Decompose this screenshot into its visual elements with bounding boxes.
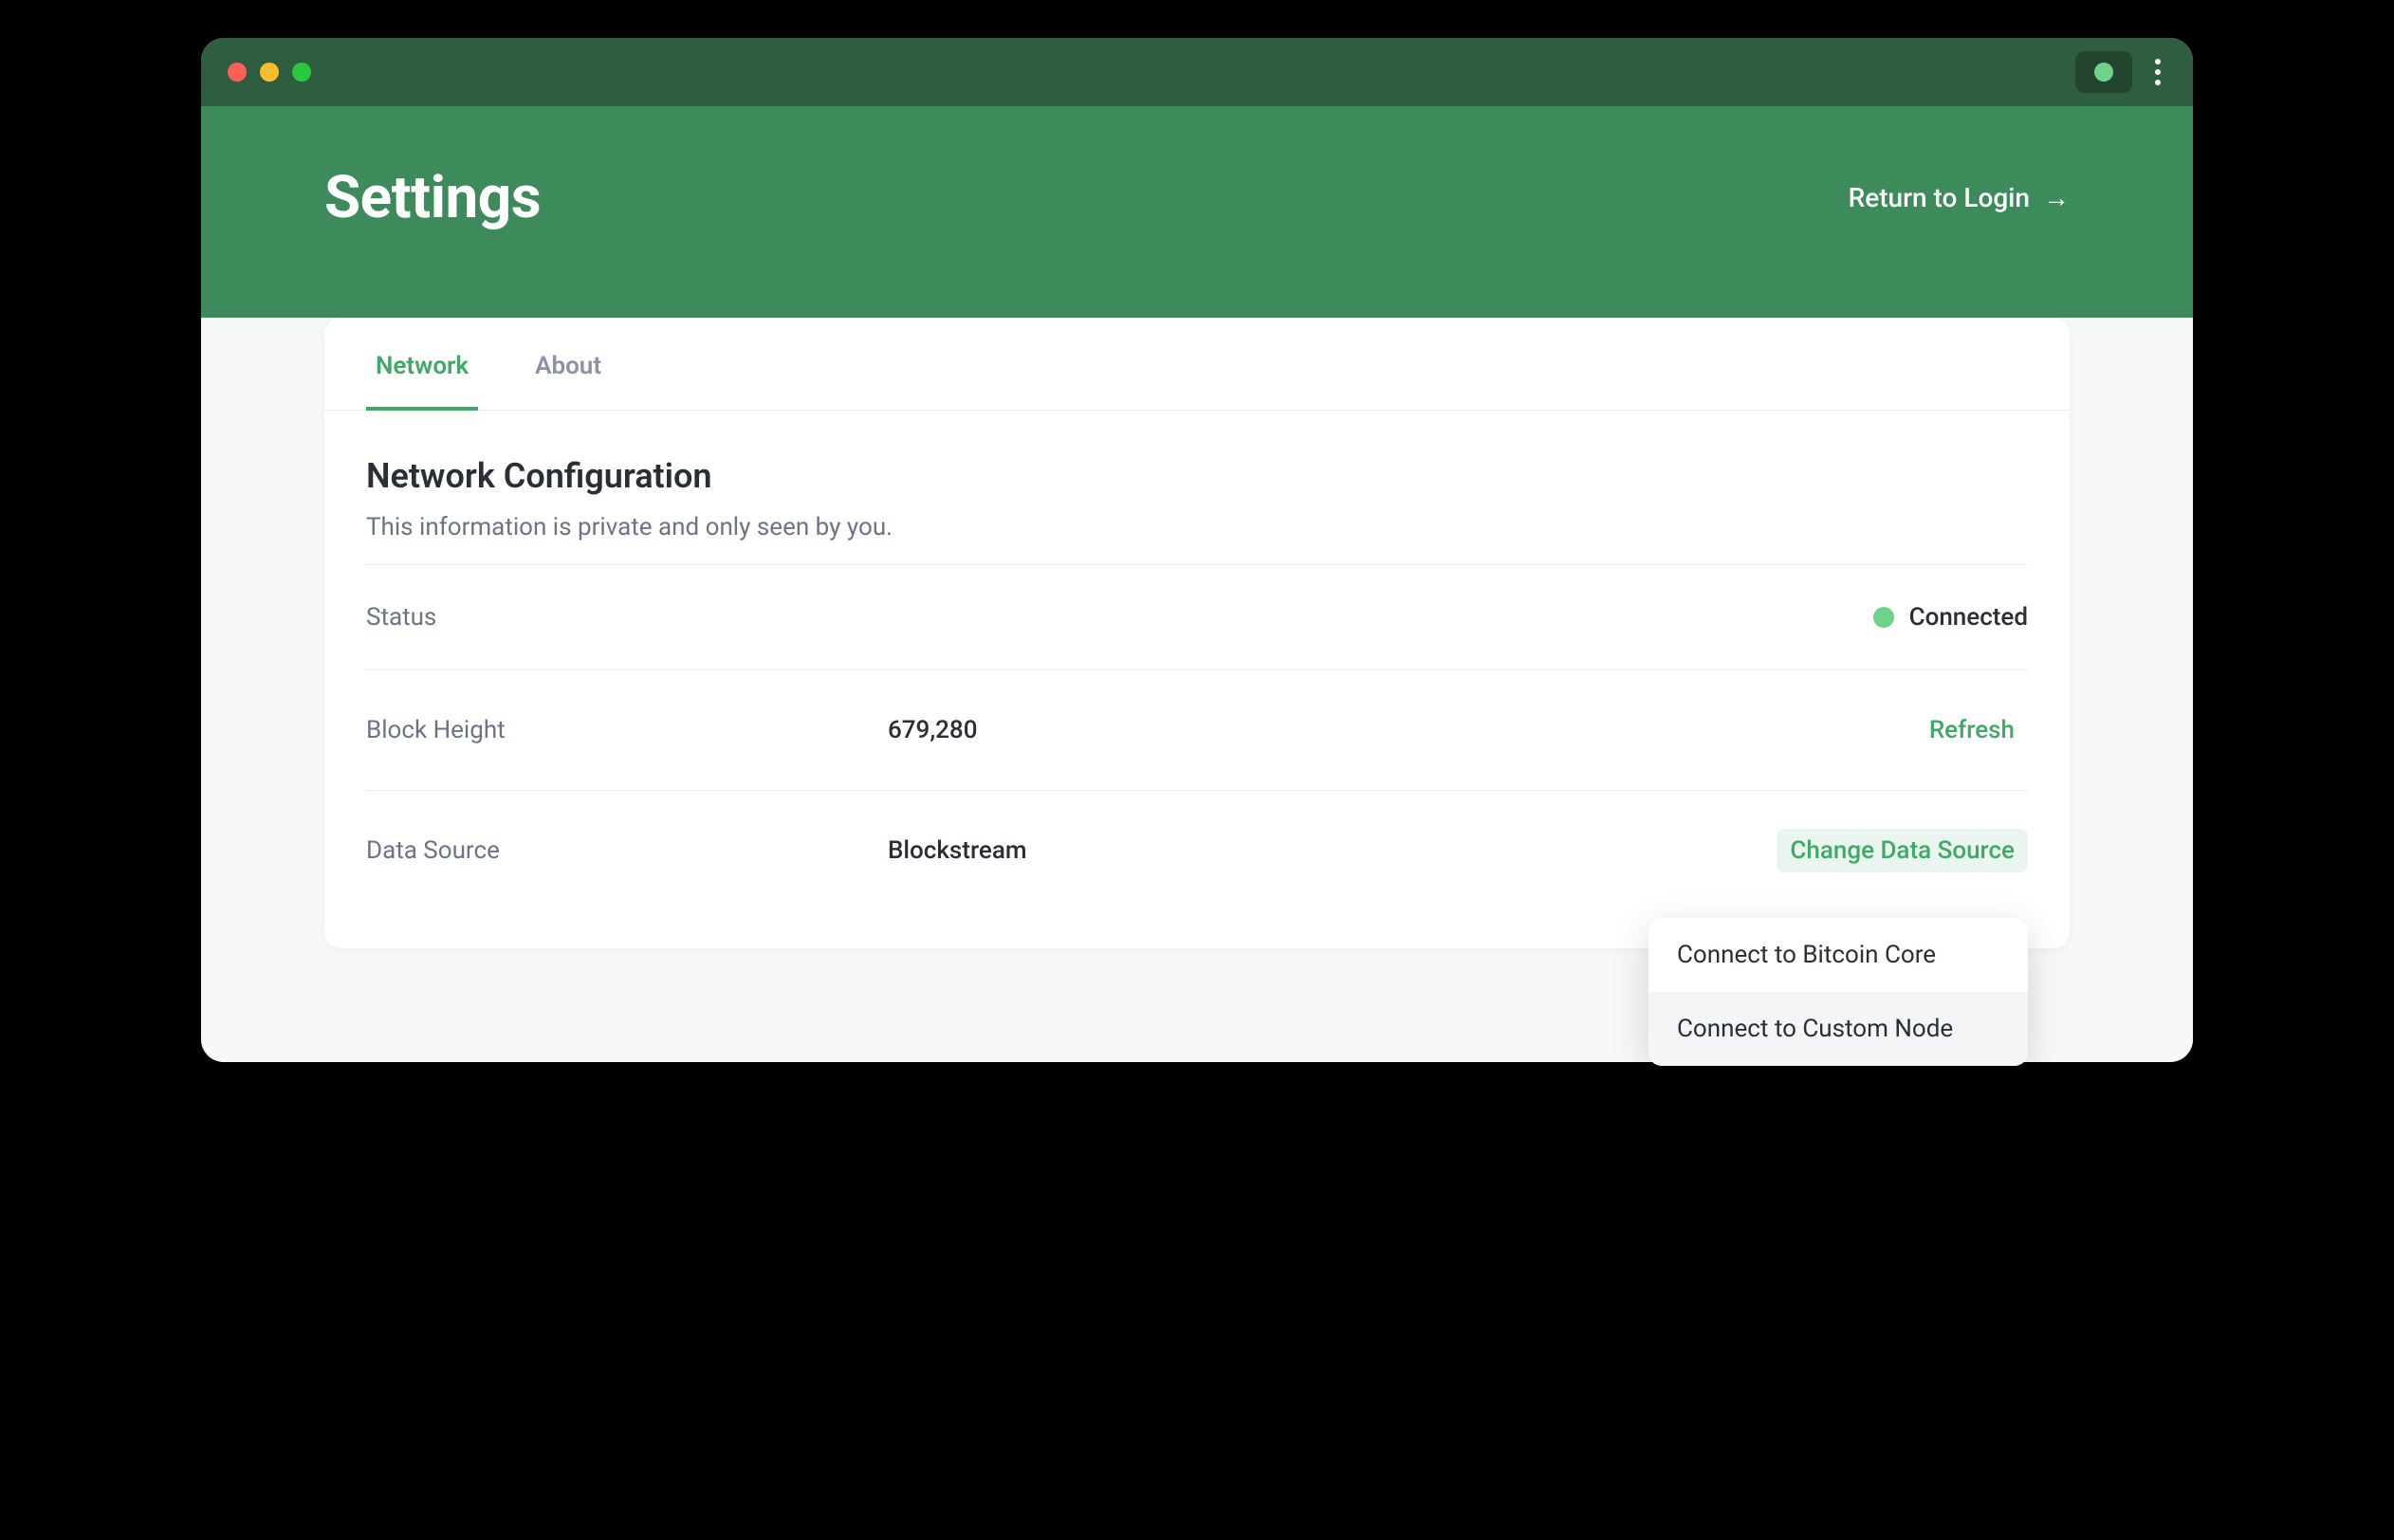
block-height-row: Block Height 679,280 Refresh — [366, 669, 2028, 790]
status-label: Status — [366, 603, 888, 632]
data-source-label: Data Source — [366, 836, 888, 865]
tabs: Network About — [324, 318, 2070, 411]
section-subtitle: This information is private and only see… — [366, 513, 2028, 541]
settings-card: Network About Network Configuration This… — [324, 318, 2070, 948]
block-height-value: 679,280 — [888, 716, 1916, 744]
status-row: Status Connected — [366, 564, 2028, 669]
change-data-source-button[interactable]: Change Data Source — [1777, 829, 2028, 872]
close-window-button[interactable] — [228, 63, 247, 82]
data-source-row: Data Source Blockstream Change Data Sour… — [366, 790, 2028, 910]
status-value: Connected — [1909, 603, 2028, 632]
more-menu-button[interactable] — [2149, 53, 2166, 91]
header-top: Settings Return to Login → — [324, 163, 2070, 232]
status-dot-icon — [2094, 63, 2113, 82]
data-source-value: Blockstream — [888, 836, 1777, 865]
refresh-button[interactable]: Refresh — [1916, 708, 2028, 752]
maximize-window-button[interactable] — [292, 63, 311, 82]
titlebar — [201, 38, 2193, 106]
dropdown-item-custom-node[interactable]: Connect to Custom Node — [1648, 992, 2028, 1066]
status-dot-icon — [1873, 607, 1894, 628]
dropdown-item-bitcoin-core[interactable]: Connect to Bitcoin Core — [1648, 918, 2028, 992]
data-source-dropdown: Connect to Bitcoin Core Connect to Custo… — [1648, 918, 2028, 1066]
kebab-dot-icon — [2155, 59, 2161, 64]
page-title: Settings — [324, 163, 541, 232]
titlebar-right — [2075, 51, 2166, 93]
kebab-dot-icon — [2155, 80, 2161, 85]
app-window: Settings Return to Login → Network About… — [201, 38, 2193, 1062]
settings-body: Network Configuration This information i… — [324, 411, 2070, 910]
minimize-window-button[interactable] — [260, 63, 279, 82]
return-link-label: Return to Login — [1849, 182, 2030, 213]
traffic-lights — [228, 63, 311, 82]
connection-status-pill[interactable] — [2075, 51, 2132, 93]
content-wrapper: Network About Network Configuration This… — [201, 318, 2193, 1062]
return-to-login-link[interactable]: Return to Login → — [1849, 182, 2070, 213]
section-title: Network Configuration — [366, 456, 2028, 496]
status-indicator: Connected — [1873, 603, 2028, 632]
tab-network[interactable]: Network — [366, 318, 478, 411]
kebab-dot-icon — [2155, 69, 2161, 75]
tab-about[interactable]: About — [525, 318, 611, 411]
arrow-right-icon: → — [2043, 182, 2070, 213]
block-height-label: Block Height — [366, 716, 888, 744]
